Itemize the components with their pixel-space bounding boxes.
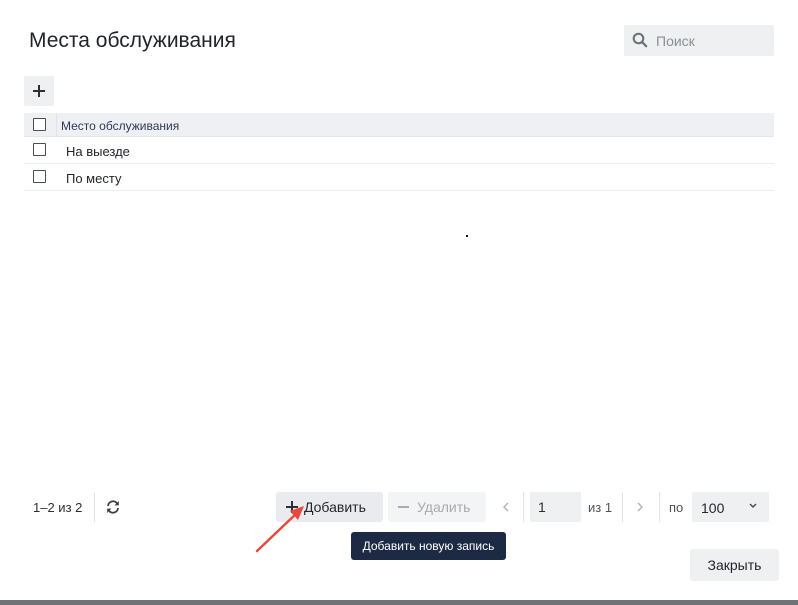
search-box[interactable] — [624, 25, 774, 56]
delete-button[interactable]: Удалить — [388, 492, 486, 522]
record-count: 1–2 из 2 — [33, 500, 83, 515]
divider — [622, 492, 623, 522]
prev-page-icon[interactable] — [500, 500, 512, 514]
row-label: На выезде — [66, 144, 130, 159]
refresh-icon[interactable] — [105, 499, 121, 515]
service-places-table: Место обслуживания На выезде По месту — [24, 113, 774, 191]
annotation-arrow-icon — [255, 506, 304, 553]
per-page-value: 100 — [701, 500, 725, 516]
page-number-input[interactable] — [530, 492, 581, 522]
header-divider — [56, 113, 57, 137]
close-button[interactable]: Закрыть — [690, 549, 779, 581]
add-button-label: Добавить — [304, 499, 366, 515]
per-page-select[interactable]: 100 — [692, 492, 769, 522]
divider — [659, 492, 660, 522]
chevron-down-icon — [749, 503, 757, 509]
divider — [94, 492, 95, 522]
service-places-dialog: Места обслуживания Место обслуживания На… — [0, 0, 798, 600]
next-page-icon[interactable] — [634, 500, 646, 514]
add-record-button-top[interactable] — [24, 76, 54, 106]
delete-button-label: Удалить — [417, 499, 471, 515]
window-bottom-edge — [0, 600, 798, 605]
column-header-service-place[interactable]: Место обслуживания — [61, 119, 179, 133]
dialog-title: Места обслуживания — [29, 29, 236, 52]
stray-dot — [466, 235, 468, 237]
search-icon — [632, 32, 648, 48]
minus-icon — [398, 506, 409, 508]
table-header: Место обслуживания — [24, 113, 774, 137]
search-input[interactable] — [656, 25, 772, 56]
row-label: По месту — [66, 171, 122, 186]
plus-icon — [33, 85, 45, 97]
select-all-checkbox[interactable] — [33, 118, 46, 131]
row-checkbox[interactable] — [33, 143, 46, 156]
add-tooltip: Добавить новую запись — [351, 532, 506, 560]
page-total: из 1 — [588, 500, 613, 515]
row-checkbox[interactable] — [33, 170, 46, 183]
table-row[interactable]: По месту — [24, 164, 774, 191]
per-page-label: по — [669, 500, 684, 515]
divider — [523, 492, 524, 522]
pagination-bar: 1–2 из 2 Добавить Удалить из 1 — [24, 492, 774, 522]
table-row[interactable]: На выезде — [24, 137, 774, 164]
